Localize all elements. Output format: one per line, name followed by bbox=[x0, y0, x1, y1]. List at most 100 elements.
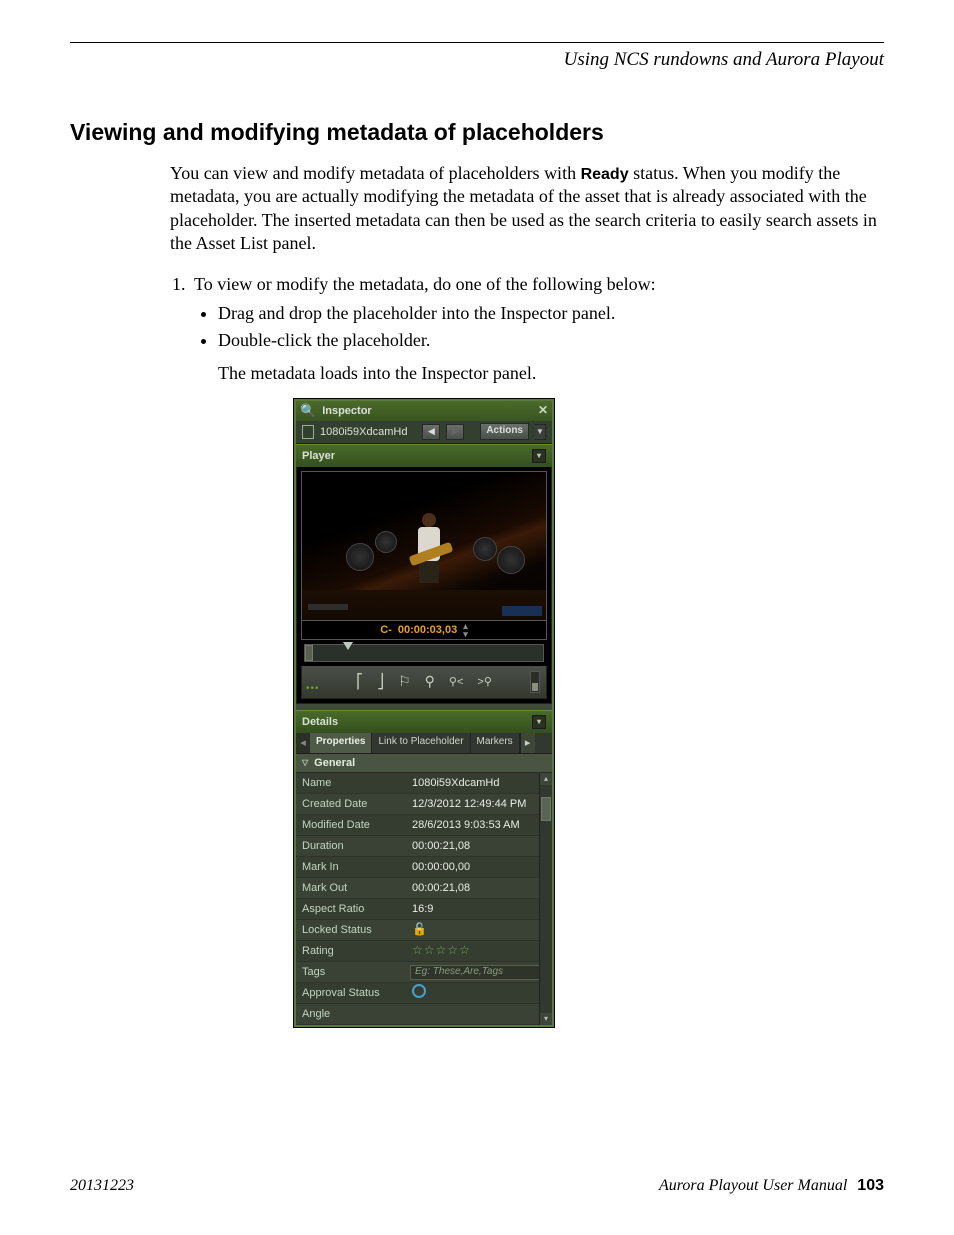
tab-markers-label: Markers bbox=[477, 736, 513, 749]
row-angle: Angle bbox=[296, 1004, 552, 1025]
value-name[interactable]: 1080i59XdcamHd bbox=[412, 776, 499, 790]
next-asset-button[interactable]: ▶ bbox=[446, 424, 464, 440]
player-section-header: Player ▾ bbox=[296, 444, 552, 467]
label-approval: Approval Status bbox=[296, 986, 406, 1000]
step-1: To view or modify the metadata, do one o… bbox=[190, 273, 884, 385]
intro-paragraph: You can view and modify metadata of plac… bbox=[170, 162, 884, 255]
label-name: Name bbox=[296, 776, 406, 790]
footer-manual: Aurora Playout User Manual bbox=[659, 1177, 847, 1195]
tab-markers[interactable]: Markers bbox=[471, 733, 520, 753]
row-markin: Mark In 00:00:00,00 bbox=[296, 857, 552, 878]
timecode-prefix: C- bbox=[380, 623, 392, 637]
label-locked: Locked Status bbox=[296, 923, 406, 937]
label-created: Created Date bbox=[296, 797, 406, 811]
group-general-label: General bbox=[314, 756, 355, 770]
group-general[interactable]: ▽ General bbox=[296, 754, 552, 773]
label-angle: Angle bbox=[296, 1007, 406, 1021]
actions-button[interactable]: Actions bbox=[480, 423, 529, 440]
approval-status-icon[interactable] bbox=[412, 984, 426, 998]
row-markout: Mark Out 00:00:21,08 bbox=[296, 878, 552, 899]
value-aspect: 16:9 bbox=[412, 903, 433, 915]
timecode-bar: C- 00:00:03,03 ▴▾ bbox=[301, 621, 547, 640]
page-heading: Viewing and modifying metadata of placeh… bbox=[70, 119, 884, 146]
value-markin: 00:00:00,00 bbox=[412, 861, 470, 873]
player-controls: ••• ⎡ ⎦ ⚐ ⚲ ⚲< >⚲ bbox=[301, 666, 547, 699]
details-tabs: ◂ Properties Link to Placeholder Markers… bbox=[296, 733, 552, 754]
row-modified: Modified Date 28/6/2013 9:03:53 AM bbox=[296, 815, 552, 836]
video-preview[interactable] bbox=[301, 471, 547, 621]
search-icon[interactable]: 🔍 bbox=[300, 404, 316, 417]
close-icon[interactable]: ✕ bbox=[538, 403, 548, 418]
collapse-general-icon[interactable]: ▽ bbox=[302, 758, 308, 768]
playhead-icon[interactable] bbox=[343, 642, 353, 650]
next-marker-icon[interactable]: >⚲ bbox=[477, 675, 491, 689]
step-1-text: To view or modify the metadata, do one o… bbox=[194, 274, 656, 294]
volume-slider[interactable] bbox=[530, 671, 540, 693]
timeline-scrubber[interactable] bbox=[304, 644, 544, 662]
tab-scroll-left-icon[interactable]: ◂ bbox=[296, 733, 310, 753]
intro-pre: You can view and modify metadata of plac… bbox=[170, 163, 581, 183]
marker-icon[interactable]: ⚲ bbox=[425, 673, 435, 691]
tab-properties-label: Properties bbox=[316, 736, 365, 749]
details-label: Details bbox=[302, 715, 338, 729]
row-tags: Tags Eg: These,Are,Tags bbox=[296, 962, 552, 983]
row-name: Name 1080i59XdcamHd bbox=[296, 773, 552, 794]
asset-name: 1080i59XdcamHd bbox=[320, 425, 407, 439]
prev-marker-icon[interactable]: ⚲< bbox=[449, 675, 463, 689]
details-section-header: Details ▾ bbox=[296, 710, 552, 733]
mark-in-icon[interactable]: ⎡ bbox=[356, 673, 363, 691]
row-aspect: Aspect Ratio 16:9 bbox=[296, 899, 552, 920]
label-modified: Modified Date bbox=[296, 818, 406, 832]
intro-bold: Ready bbox=[581, 166, 629, 183]
after-bullets: The metadata loads into the Inspector pa… bbox=[218, 362, 884, 385]
tab-link-label: Link to Placeholder bbox=[378, 736, 463, 749]
scroll-up-icon[interactable]: ▴ bbox=[540, 773, 552, 785]
rating-stars[interactable]: ☆☆☆☆☆ bbox=[412, 943, 471, 957]
label-markout: Mark Out bbox=[296, 881, 406, 895]
mark-out-icon[interactable]: ⎦ bbox=[377, 673, 384, 691]
scroll-down-icon[interactable]: ▾ bbox=[540, 1013, 552, 1025]
value-markout: 00:00:21,08 bbox=[412, 882, 470, 894]
timeline-start-handle[interactable] bbox=[305, 645, 313, 661]
inspector-panel: 🔍 Inspector ✕ 1080i59XdcamHd ◀ ▶ Actions ▼… bbox=[294, 399, 554, 1027]
collapse-player-icon[interactable]: ▾ bbox=[532, 449, 546, 463]
label-tags: Tags bbox=[296, 965, 404, 979]
scroll-thumb[interactable] bbox=[541, 797, 551, 821]
collapse-details-icon[interactable]: ▾ bbox=[532, 715, 546, 729]
timecode-spinner-icon[interactable]: ▴▾ bbox=[463, 622, 468, 638]
footer-date: 20131223 bbox=[70, 1177, 134, 1195]
label-markin: Mark In bbox=[296, 860, 406, 874]
tab-link-placeholder[interactable]: Link to Placeholder bbox=[372, 733, 470, 753]
bullet-2: Double-click the placeholder. bbox=[218, 329, 884, 352]
running-head: Using NCS rundowns and Aurora Playout bbox=[70, 49, 884, 71]
document-icon bbox=[302, 425, 314, 439]
page-footer: 20131223 Aurora Playout User Manual 103 bbox=[70, 1177, 884, 1195]
properties-scrollbar[interactable]: ▴ ▾ bbox=[539, 773, 552, 1025]
prev-asset-button[interactable]: ◀ bbox=[422, 424, 440, 440]
value-created: 12/3/2012 12:49:44 PM bbox=[412, 798, 526, 810]
inspector-titlebar: 🔍 Inspector ✕ bbox=[296, 401, 552, 421]
lock-icon[interactable]: 🔓 bbox=[412, 922, 427, 936]
bullet-1: Drag and drop the placeholder into the I… bbox=[218, 302, 884, 325]
value-modified: 28/6/2013 9:03:53 AM bbox=[412, 819, 520, 831]
value-duration: 00:00:21,08 bbox=[412, 840, 470, 852]
player-area: C- 00:00:03,03 ▴▾ ••• ⎡ ⎦ ⚐ ⚲ ⚲< >⚲ bbox=[296, 467, 552, 704]
player-label: Player bbox=[302, 449, 335, 463]
row-created: Created Date 12/3/2012 12:49:44 PM bbox=[296, 794, 552, 815]
asset-bar: 1080i59XdcamHd ◀ ▶ Actions ▼ bbox=[296, 421, 552, 444]
add-marker-icon[interactable]: ⚐ bbox=[398, 673, 411, 691]
tab-scroll-right-icon[interactable]: ▸ bbox=[520, 733, 535, 753]
tab-properties[interactable]: Properties bbox=[310, 733, 372, 753]
inspector-title: Inspector bbox=[322, 404, 372, 418]
actions-dropdown-arrow[interactable]: ▼ bbox=[535, 424, 546, 440]
properties-grid: ▴ ▾ Name 1080i59XdcamHd Created Date 12/… bbox=[296, 773, 552, 1025]
label-duration: Duration bbox=[296, 839, 406, 853]
row-rating: Rating ☆☆☆☆☆ bbox=[296, 941, 552, 962]
row-duration: Duration 00:00:21,08 bbox=[296, 836, 552, 857]
label-rating: Rating bbox=[296, 944, 406, 958]
tags-input[interactable]: Eg: These,Are,Tags bbox=[410, 965, 540, 980]
options-dots-icon[interactable]: ••• bbox=[306, 683, 320, 696]
actions-label: Actions bbox=[486, 425, 523, 438]
timecode-value: 00:00:03,03 bbox=[398, 623, 457, 637]
footer-page-number: 103 bbox=[857, 1177, 884, 1195]
